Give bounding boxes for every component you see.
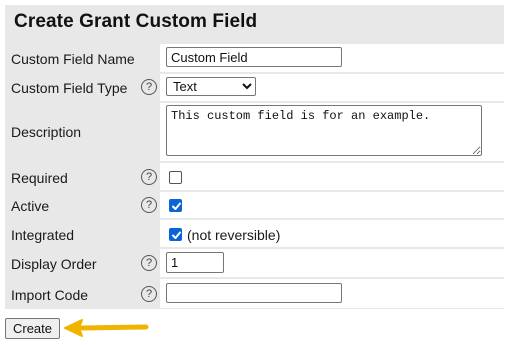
checkmark-icon: [172, 202, 181, 210]
row-custom-field-type: Custom Field Type ? Text: [5, 74, 504, 101]
arrow-left-icon: [64, 319, 149, 337]
custom-field-name-label: Custom Field Name: [11, 51, 135, 67]
form-title: Create Grant Custom Field: [14, 11, 258, 32]
required-checkbox[interactable]: [169, 171, 182, 184]
row-display-order: Display Order ?: [5, 249, 504, 277]
row-custom-field-name: Custom Field Name: [5, 44, 504, 72]
not-reversible-note: (not reversible): [187, 227, 281, 243]
checkmark-icon: [172, 231, 181, 239]
import-code-label: Import Code: [11, 287, 89, 303]
question-circle-icon[interactable]: ?: [141, 286, 157, 302]
question-circle-icon[interactable]: ?: [141, 169, 157, 185]
row-integrated: Integrated (not reversible): [5, 220, 504, 247]
custom-field-type-select[interactable]: Text: [166, 77, 256, 96]
create-button[interactable]: Create: [5, 318, 60, 339]
active-label: Active: [11, 198, 50, 214]
display-order-label: Display Order: [11, 256, 97, 272]
question-circle-icon[interactable]: ?: [141, 197, 157, 213]
custom-field-name-input[interactable]: [166, 47, 342, 67]
row-description: Description This custom field is for an …: [5, 103, 504, 161]
integrated-checkbox[interactable]: [169, 228, 182, 241]
question-circle-icon[interactable]: ?: [141, 255, 157, 271]
description-label: Description: [11, 124, 82, 140]
row-required: Required ?: [5, 163, 504, 190]
description-textarea[interactable]: This custom field is for an example.: [166, 105, 482, 156]
required-label: Required: [11, 170, 68, 186]
question-circle-icon[interactable]: ?: [141, 79, 157, 95]
integrated-label: Integrated: [11, 227, 75, 243]
row-active: Active ?: [5, 192, 504, 218]
row-import-code: Import Code ?: [5, 279, 504, 308]
import-code-input[interactable]: [166, 283, 342, 303]
custom-field-type-label: Custom Field Type: [11, 80, 128, 96]
display-order-input[interactable]: [166, 252, 224, 273]
active-checkbox[interactable]: [169, 199, 182, 212]
